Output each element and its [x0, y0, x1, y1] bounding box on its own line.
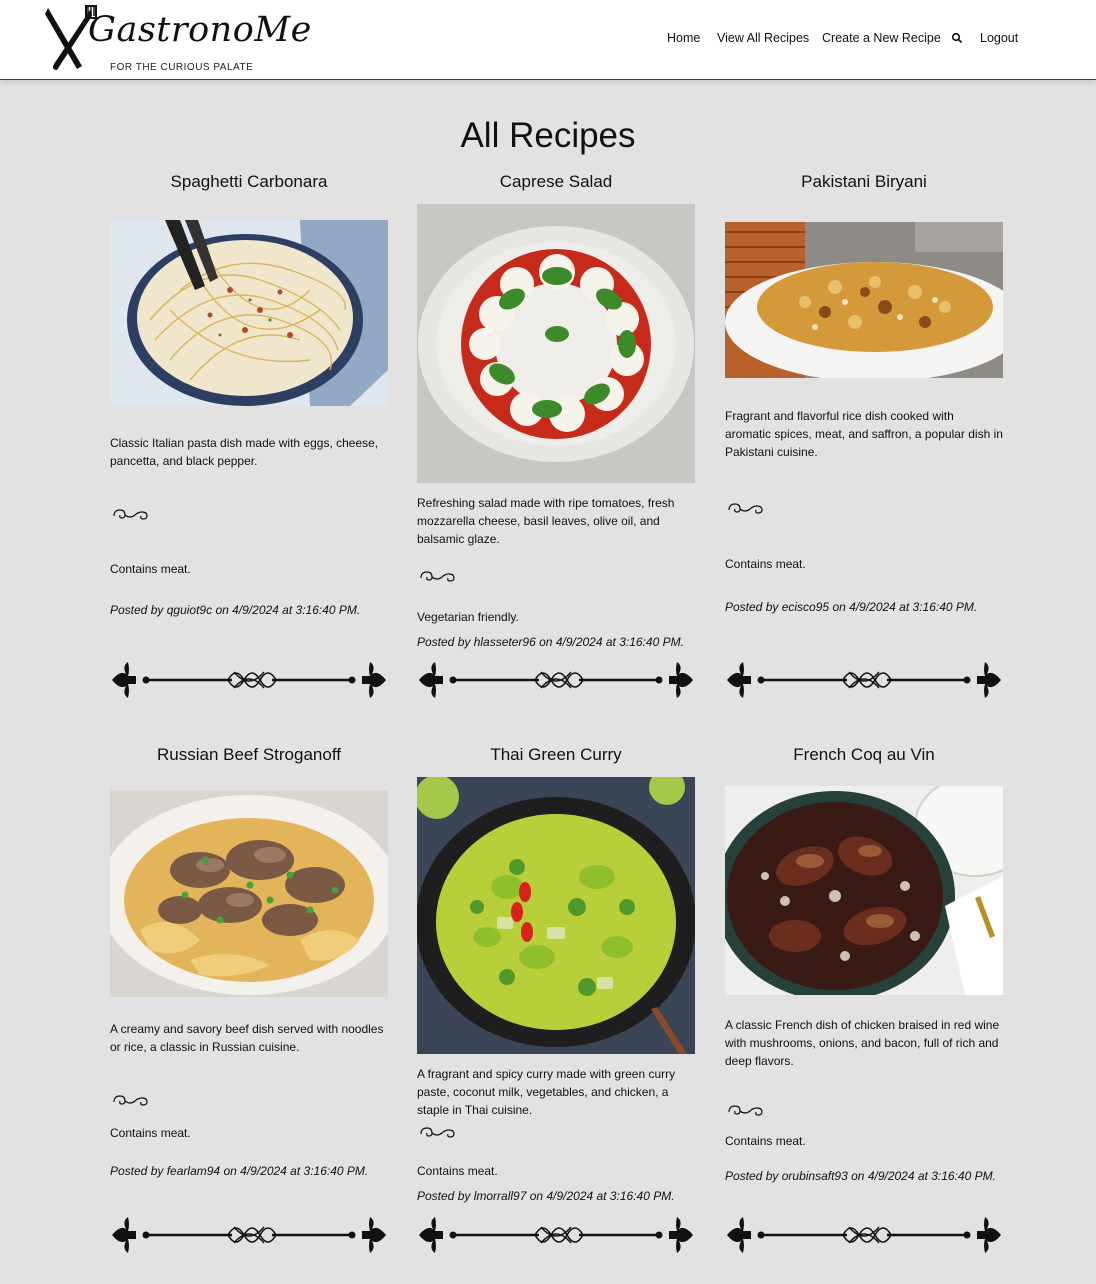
posted-date: 4/9/2024 at 3:16:40 PM.	[555, 635, 684, 649]
posted-by: Posted by lmorrall97 on 4/9/2024 at 3:16…	[417, 1189, 707, 1203]
posted-by-label: Posted by	[110, 1164, 164, 1178]
posted-on-label: on	[215, 603, 229, 617]
site-header: GastronoMe FOR THE CURIOUS PALATE Home V…	[0, 0, 1096, 80]
swirl-ornament-icon	[728, 1105, 763, 1116]
diet-info: Contains meat.	[725, 557, 806, 571]
posted-date: 4/9/2024 at 3:16:40 PM.	[232, 603, 361, 617]
swirl-ornament-icon	[113, 509, 148, 520]
posted-by-label: Posted by	[725, 1169, 779, 1183]
recipe-card[interactable]: Russian Beef Stroganoff A creamy and sav…	[110, 743, 388, 1263]
recipe-title[interactable]: Pakistani Biryani	[725, 172, 1003, 192]
author-name: ecisco95	[781, 600, 830, 614]
posted-by: Posted by fearlam94 on 4/9/2024 at 3:16:…	[110, 1164, 400, 1178]
fleur-de-lis-divider	[417, 1215, 695, 1255]
diet-info: Contains meat.	[110, 562, 191, 576]
author-name: fearlam94	[166, 1164, 221, 1178]
recipe-card[interactable]: Caprese Salad Refreshing salad made with…	[417, 170, 695, 710]
recipe-card[interactable]: Thai Green Curry A fragrant and spicy cu…	[417, 743, 695, 1263]
posted-by: Posted by orubinsaft93 on 4/9/2024 at 3:…	[725, 1169, 1015, 1183]
posted-date: 4/9/2024 at 3:16:40 PM.	[240, 1164, 369, 1178]
posted-by-label: Posted by	[417, 635, 471, 649]
recipe-description: A classic French dish of chicken braised…	[725, 1018, 1000, 1068]
recipe-title[interactable]: French Coq au Vin	[725, 745, 1003, 765]
recipe-title[interactable]: Spaghetti Carbonara	[110, 172, 388, 192]
author-name: orubinsaft93	[781, 1169, 848, 1183]
posted-by: Posted by ecisco95 on 4/9/2024 at 3:16:4…	[725, 600, 1015, 614]
posted-on-label: on	[223, 1164, 237, 1178]
author-name: hlasseter96	[473, 635, 536, 649]
recipe-description: Classic Italian pasta dish made with egg…	[110, 436, 379, 468]
posted-on-label: on	[832, 600, 846, 614]
recipe-image[interactable]	[725, 222, 1003, 378]
diet-info: Contains meat.	[725, 1134, 806, 1148]
fleur-de-lis-divider	[110, 1215, 388, 1255]
author-name: qguiot9c	[166, 603, 213, 617]
logo-wordmark: GastronoMe	[88, 10, 312, 50]
recipe-description: A creamy and savory beef dish served wit…	[110, 1022, 384, 1054]
posted-date: 4/9/2024 at 3:16:40 PM.	[849, 600, 978, 614]
diet-info: Vegetarian friendly.	[417, 610, 519, 624]
posted-on-label: on	[851, 1169, 865, 1183]
search-icon[interactable]	[951, 32, 963, 44]
recipe-description: Refreshing salad made with ripe tomatoes…	[417, 496, 675, 546]
fleur-de-lis-divider	[725, 1215, 1003, 1255]
posted-by: Posted by qguiot9c on 4/9/2024 at 3:16:4…	[110, 603, 400, 617]
author-name: lmorrall97	[473, 1189, 527, 1203]
posted-date: 4/9/2024 at 3:16:40 PM.	[867, 1169, 996, 1183]
recipe-image[interactable]	[417, 204, 695, 483]
recipe-image[interactable]	[110, 790, 388, 997]
nav-create-recipe[interactable]: Create a New Recipe	[822, 31, 941, 45]
swirl-ornament-icon	[420, 1127, 455, 1138]
recipe-description: A fragrant and spicy curry made with gre…	[417, 1067, 676, 1117]
page-title: All Recipes	[460, 116, 636, 155]
recipe-title[interactable]: Caprese Salad	[417, 172, 695, 192]
diet-info: Contains meat.	[110, 1126, 191, 1140]
posted-by-label: Posted by	[417, 1189, 471, 1203]
posted-by-label: Posted by	[725, 600, 779, 614]
recipe-card[interactable]: Pakistani Biryani Fragrant and flavorful…	[725, 170, 1003, 710]
recipe-image[interactable]	[417, 777, 695, 1054]
recipe-card[interactable]: Spaghetti Carbonara Classic Italian past…	[110, 170, 388, 710]
posted-on-label: on	[529, 1189, 544, 1203]
posted-on-label: on	[539, 635, 553, 649]
recipe-card[interactable]: French Coq au Vin A classic French dish …	[725, 743, 1003, 1263]
swirl-ornament-icon	[113, 1095, 148, 1106]
fleur-de-lis-divider	[110, 660, 388, 700]
site-logo[interactable]: GastronoMe FOR THE CURIOUS PALATE	[42, 4, 311, 76]
fleur-de-lis-divider	[417, 660, 695, 700]
logo-tagline: FOR THE CURIOUS PALATE	[110, 62, 254, 73]
swirl-ornament-icon	[420, 571, 455, 582]
nav-home[interactable]: Home	[667, 31, 700, 45]
swirl-ornament-icon	[728, 503, 763, 514]
posted-by-label: Posted by	[110, 603, 164, 617]
recipe-image[interactable]	[110, 220, 388, 406]
fleur-de-lis-divider	[725, 660, 1003, 700]
posted-date: 4/9/2024 at 3:16:40 PM.	[546, 1189, 675, 1203]
recipe-title[interactable]: Russian Beef Stroganoff	[110, 745, 388, 765]
recipe-title[interactable]: Thai Green Curry	[417, 745, 695, 765]
posted-by: Posted by hlasseter96 on 4/9/2024 at 3:1…	[417, 635, 707, 649]
diet-info: Contains meat.	[417, 1164, 498, 1178]
recipe-description: Fragrant and flavorful rice dish cooked …	[725, 409, 1003, 459]
recipe-image[interactable]	[725, 786, 1003, 995]
nav-view-all-recipes[interactable]: View All Recipes	[717, 31, 809, 45]
nav-logout[interactable]: Logout	[980, 31, 1018, 45]
